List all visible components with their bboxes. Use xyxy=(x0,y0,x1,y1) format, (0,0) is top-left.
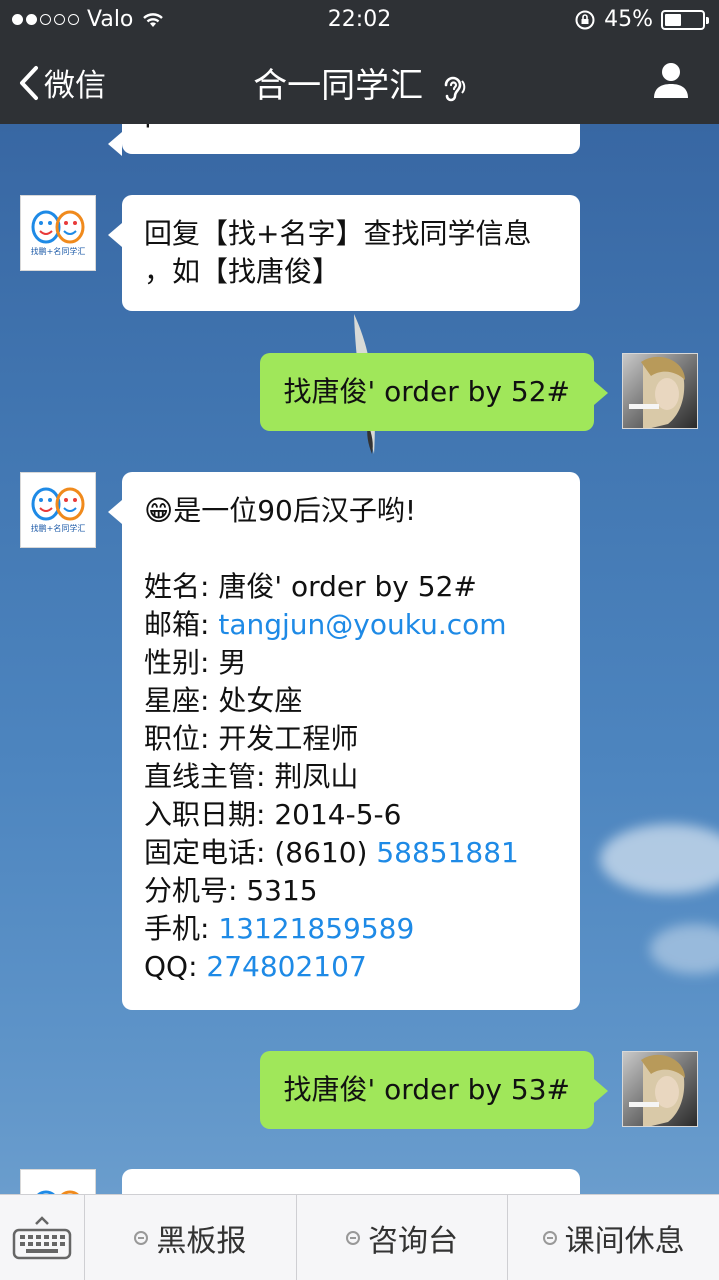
message-bubble-outgoing: 找唐俊' order by 53# xyxy=(259,1051,608,1129)
keyboard-icon xyxy=(12,1215,72,1259)
field-zodiac: 星座: 处女座 xyxy=(144,682,558,720)
field-value: 处女座 xyxy=(218,684,303,717)
field-value: 开发工程师 xyxy=(218,722,359,755)
menu-item-break[interactable]: 课间休息 xyxy=(508,1195,719,1280)
menu-item-label: 课间休息 xyxy=(564,1223,685,1259)
chat-area[interactable]: ' 找鹏+名同学汇 回复【找+名字】查找同学信息 ，如【找唐俊】 找唐俊' or… xyxy=(0,124,719,1194)
submenu-icon xyxy=(134,1230,149,1245)
message-bubble-incoming xyxy=(122,1169,580,1194)
phone-link[interactable]: 58851881 xyxy=(376,836,519,869)
field-label: 固定电话: xyxy=(144,836,266,869)
field-manager: 直线主管: 荆凤山 xyxy=(144,758,558,796)
field-label: 星座: xyxy=(144,684,210,717)
nav-bar: 微信 合一同学汇 xyxy=(0,40,719,124)
card-headline-text: 是一位90后汉子哟! xyxy=(173,494,417,527)
profile-button[interactable] xyxy=(651,60,691,104)
official-account-avatar[interactable]: 找鹏+名同学汇 xyxy=(20,472,96,548)
field-email: 邮箱: tangjun@youku.com xyxy=(144,606,558,644)
submenu-icon xyxy=(346,1230,360,1245)
card-headline: 😁是一位90后汉子哟! xyxy=(144,492,558,530)
bottom-menu-bar: 黑板报 咨询台 课间休息 xyxy=(0,1194,719,1280)
submenu-icon xyxy=(542,1230,557,1245)
rotation-lock-icon xyxy=(575,10,595,29)
field-label: QQ: xyxy=(144,950,198,983)
logo-faces-icon xyxy=(31,487,85,520)
field-gender: 性别: 男 xyxy=(144,644,558,682)
ear-icon xyxy=(444,76,466,101)
field-value: 荆凤山 xyxy=(274,760,359,793)
logo-faces-icon xyxy=(31,210,85,243)
menu-item-help-desk[interactable]: 咨询台 xyxy=(297,1195,509,1280)
field-label: 入职日期: xyxy=(144,798,266,831)
message-text: 找唐俊' order by 53# xyxy=(283,1073,571,1106)
message-bubble-incoming: 回复【找+名字】查找同学信息 ，如【找唐俊】 xyxy=(108,195,580,311)
field-label: 职位: xyxy=(144,722,210,755)
cloud-decoration xyxy=(650,924,719,974)
user-photo-icon xyxy=(629,1054,685,1126)
person-icon xyxy=(654,63,688,98)
message-bubble-incoming: ' xyxy=(108,124,580,156)
field-label: 姓名: xyxy=(144,570,210,603)
status-bar: Valo 22:02 45% xyxy=(0,0,719,40)
field-value: 男 xyxy=(218,646,247,679)
logo-text: 找鹏+名同学汇 xyxy=(30,523,86,533)
logo-text: 找鹏+名同学汇 xyxy=(30,246,86,256)
cloud-decoration xyxy=(600,824,719,894)
field-hire-date: 入职日期: 2014-5-6 xyxy=(144,796,558,834)
user-avatar[interactable] xyxy=(622,1051,698,1127)
chat-title: 合一同学汇 xyxy=(0,58,719,107)
message-text: 回复【找+名字】查找同学信息 xyxy=(144,217,532,250)
menu-item-label: 黑板报 xyxy=(156,1223,247,1259)
user-avatar[interactable] xyxy=(622,353,698,429)
field-extension: 分机号: 5315 xyxy=(144,872,558,910)
status-right: 45% xyxy=(574,7,709,32)
field-qq: QQ: 274802107 xyxy=(144,948,558,986)
message-text: 找唐俊' order by 52# xyxy=(283,375,571,408)
field-prefix: (8610) xyxy=(274,836,368,869)
profile-card-message: 😁是一位90后汉子哟! 姓名: 唐俊' order by 52# 邮箱: tan… xyxy=(108,472,580,1010)
field-label: 分机号: xyxy=(144,874,238,907)
field-landline: 固定电话: (8610) 58851881 xyxy=(144,834,558,872)
message-bubble-outgoing: 找唐俊' order by 52# xyxy=(259,353,608,431)
official-account-avatar[interactable]: 找鹏+名同学汇 xyxy=(20,195,96,271)
qq-link[interactable]: 274802107 xyxy=(206,950,366,983)
message-text: ，如【找唐俊】 xyxy=(144,255,341,288)
keyboard-toggle-button[interactable] xyxy=(0,1195,85,1280)
chat-title-text: 合一同学汇 xyxy=(253,66,424,106)
field-label: 直线主管: xyxy=(144,760,266,793)
field-label: 手机: xyxy=(144,912,210,945)
grin-emoji-icon: 😁 xyxy=(144,494,174,527)
field-name: 姓名: 唐俊' order by 52# xyxy=(144,568,558,606)
menu-item-blackboard[interactable]: 黑板报 xyxy=(85,1195,297,1280)
field-value: 5315 xyxy=(246,874,318,907)
field-value: 2014-5-6 xyxy=(274,798,402,831)
field-mobile: 手机: 13121859589 xyxy=(144,910,558,948)
field-label: 性别: xyxy=(144,646,210,679)
battery-percent: 45% xyxy=(604,7,653,32)
official-account-avatar[interactable] xyxy=(20,1169,96,1194)
field-position: 职位: 开发工程师 xyxy=(144,720,558,758)
field-label: 邮箱: xyxy=(144,608,210,641)
email-link[interactable]: tangjun@youku.com xyxy=(218,608,506,641)
message-text: ' xyxy=(144,124,152,147)
field-value: 唐俊' order by 52# xyxy=(218,570,477,603)
battery-icon xyxy=(661,9,709,30)
user-photo-icon xyxy=(629,356,685,428)
mobile-link[interactable]: 13121859589 xyxy=(218,912,414,945)
menu-item-label: 咨询台 xyxy=(368,1223,458,1259)
